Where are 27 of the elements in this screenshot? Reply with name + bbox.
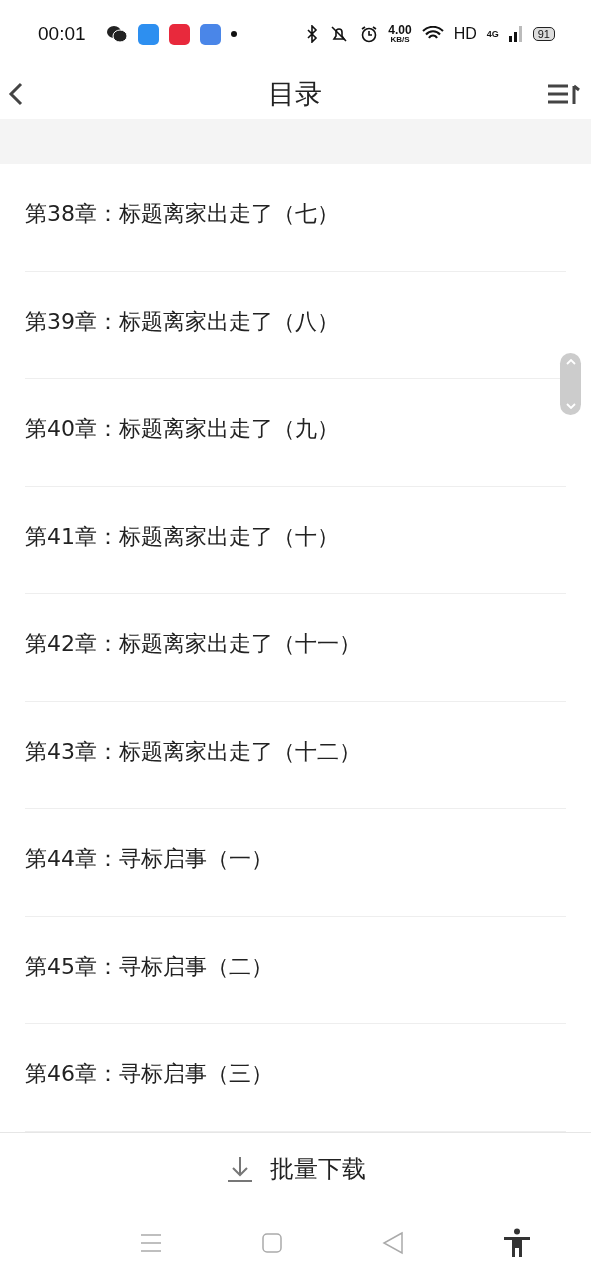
chapter-title[interactable]: 第39章：标题离家出走了（八） (25, 306, 339, 337)
chapter-title[interactable]: 第46章：寻标启事（三） (25, 1059, 273, 1090)
chapter-title[interactable]: 第43章：标题离家出走了（十二） (25, 736, 361, 767)
clock-time: 00:01 (38, 23, 86, 46)
hd-label: HD (453, 25, 477, 44)
chapter-title[interactable]: 第38章：标题离家出走了（七） (25, 199, 339, 230)
download-icon (225, 1155, 254, 1184)
chat-app-icon (105, 25, 128, 44)
app-icon (168, 23, 190, 45)
chapter-title[interactable]: 第42章：标题离家出走了（十一） (25, 629, 361, 660)
signal-icon (508, 26, 523, 43)
speed-value: 4.00 (388, 24, 412, 37)
app-icon (137, 23, 159, 45)
chapter-title[interactable]: 第44章：寻标启事（一） (25, 844, 273, 875)
network-label: 4G (486, 29, 499, 40)
batch-download-button[interactable]: 批量下载 (221, 1149, 370, 1190)
scroll-handle[interactable] (560, 353, 581, 415)
battery-level: 91 (532, 27, 555, 42)
alarm-icon (360, 25, 379, 44)
page-title: 目录 (267, 76, 322, 111)
bluetooth-icon (306, 25, 319, 44)
chapter-title[interactable]: 第41章：标题离家出走了（十） (25, 521, 339, 552)
dot-icon (230, 31, 237, 38)
app-icon (199, 23, 221, 45)
chapter-title[interactable]: 第40章：标题离家出走了（九） (25, 414, 339, 445)
chapter-title[interactable]: 第45章：寻标启事（二） (25, 951, 273, 982)
speed-unit: KB/S (390, 36, 410, 45)
